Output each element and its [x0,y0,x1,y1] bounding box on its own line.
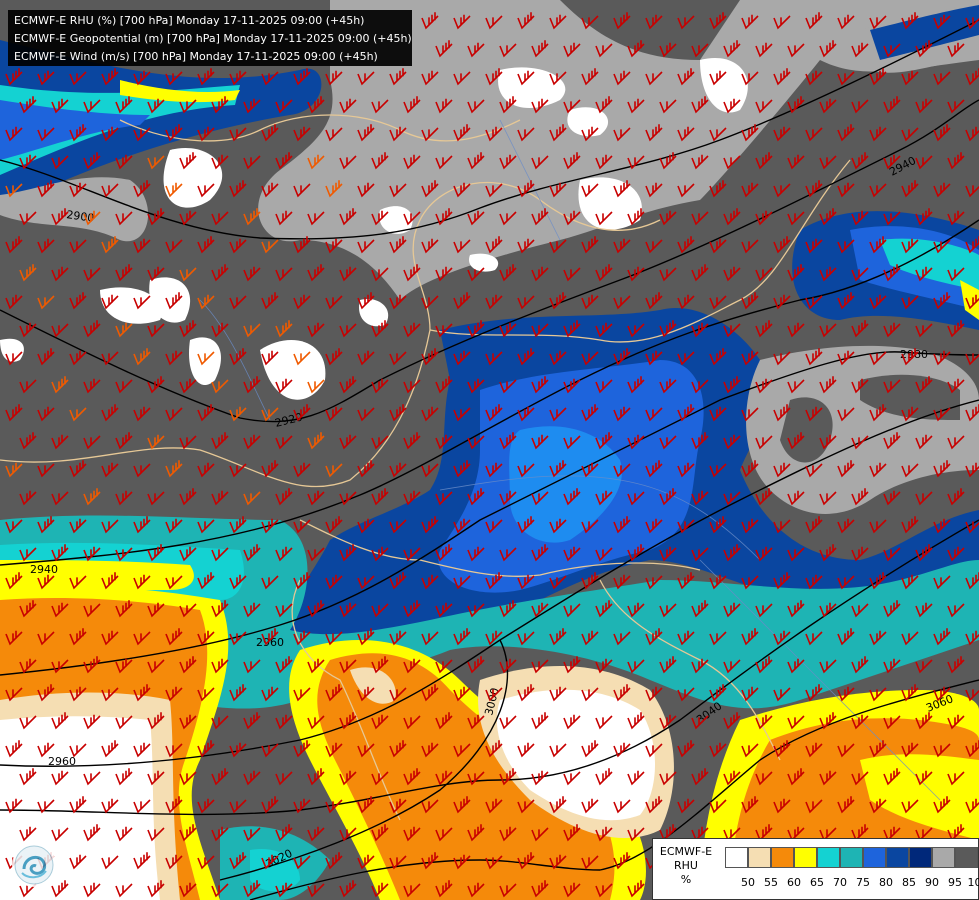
title-wind: ECMWF-E Wind (m/s) [700 hPa] Monday 17-1… [14,50,378,63]
title-rhu: ECMWF-E RHU (%) [700 hPa] Monday 17-11-2… [14,14,365,27]
legend-title-unit: % [680,873,692,886]
legend-tick-label: 80 [879,876,893,889]
contour-label: 2960 [256,636,284,649]
legend-title-model: ECMWF-E [659,845,713,858]
legend-tick-label: 95 [948,876,962,889]
legend-swatch [886,847,909,868]
weather-map: 2900 2920 2940 2960 2980 2940 2960 3000 … [0,0,979,900]
legend-swatches [725,847,978,869]
legend-swatch [794,847,817,868]
legend-swatch [748,847,771,868]
legend-swatch [840,847,863,868]
legend-swatch [863,847,886,868]
contour-label: 2960 [48,755,76,768]
legend-box: ECMWF-E RHU % 50 55 60 65 70 75 80 85 90 95 100 [652,838,979,900]
map-title-box: ECMWF-E RHU (%) [700 hPa] Monday 17-11-2… [8,10,412,66]
legend-swatch [909,847,932,868]
legend-tick-label: 65 [810,876,824,889]
legend-tick-label: 70 [833,876,847,889]
legend-tick-label: 90 [925,876,939,889]
legend-tick-label: 55 [764,876,778,889]
legend-title: ECMWF-E RHU % [657,845,715,887]
legend-swatch [955,847,978,868]
legend-swatch [817,847,840,868]
swirl-logo-graphic [14,845,54,885]
legend-title-variable: RHU [674,859,698,872]
legend-tick-label: 100 [967,876,979,889]
swirl-logo-icon [12,843,56,887]
legend-tick-label: 50 [741,876,755,889]
legend-tick-label: 85 [902,876,916,889]
title-geopotential: ECMWF-E Geopotential (m) [700 hPa] Monda… [14,32,412,45]
legend-swatch [725,847,748,868]
legend-ticks: 50 55 60 65 70 75 80 85 90 95 100 [725,876,979,890]
contour-label: 2940 [30,563,58,576]
legend-swatch [771,847,794,868]
legend-tick-label: 60 [787,876,801,889]
legend-tick-label: 75 [856,876,870,889]
legend-swatch [932,847,955,868]
